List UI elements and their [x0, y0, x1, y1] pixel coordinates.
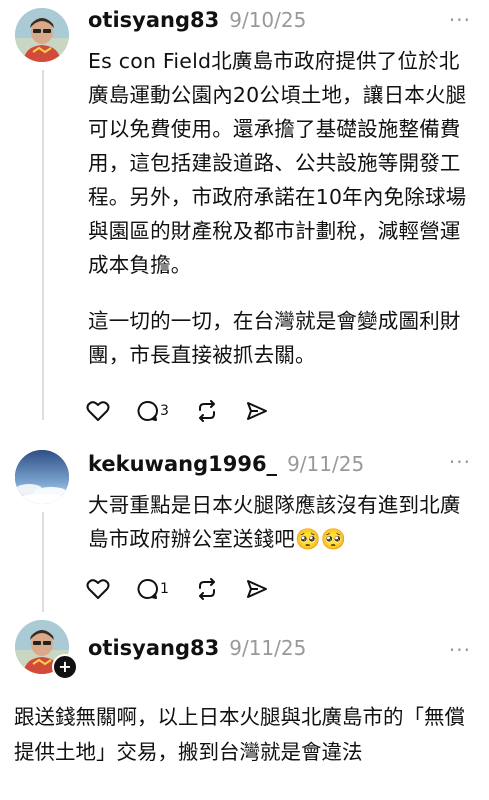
- repost-button[interactable]: [195, 578, 219, 600]
- repost-icon: [198, 578, 215, 600]
- username[interactable]: kekuwang1996_: [88, 452, 277, 476]
- post-date: 9/10/25: [229, 8, 307, 32]
- post-actions: 1: [86, 578, 295, 600]
- comment-icon: [137, 578, 158, 599]
- post-header: kekuwang1996_ 9/11/25: [88, 452, 364, 486]
- reply-button[interactable]: 3: [136, 400, 169, 422]
- more-icon[interactable]: ···: [449, 452, 471, 472]
- post-paragraph: 跟送錢無關啊，以上日本火腿與北廣島市的「無償提供土地」交易，搬到台灣就是會違法: [14, 705, 465, 764]
- post-actions: 3: [86, 400, 295, 422]
- person-avatar-icon: [15, 8, 69, 62]
- reply-count: 3: [160, 403, 169, 419]
- repost-button[interactable]: [195, 400, 219, 422]
- avatar[interactable]: [15, 8, 69, 62]
- thread-line: [42, 512, 44, 612]
- post-paragraph: Es con Field北廣島市政府提供了位於北廣島運動公園內20公頃土地，讓日…: [88, 49, 467, 277]
- reply-count: 1: [160, 581, 169, 597]
- post-paragraph: 這一切的一切，在台灣就是會變成圖利財團，市長直接被抓去關。: [88, 309, 461, 367]
- send-icon: [246, 402, 267, 420]
- more-icon[interactable]: ···: [449, 10, 471, 30]
- post-body: 跟送錢無關啊，以上日本火腿與北廣島市的「無償提供土地」交易，搬到台灣就是會違法: [14, 700, 474, 770]
- post-body: 大哥重點是日本火腿隊應該沒有進到北廣島市政府辦公室送錢吧🥺🥺: [88, 488, 473, 556]
- share-button[interactable]: [245, 578, 269, 600]
- post-header: otisyang83 9/11/25: [88, 636, 306, 670]
- heart-icon: [86, 401, 110, 421]
- repost-icon: [198, 400, 215, 422]
- reply-button[interactable]: 1: [136, 578, 169, 600]
- thread-line: [42, 70, 44, 420]
- post-paragraph: 大哥重點是日本火腿隊應該沒有進到北廣島市政府辦公室送錢吧🥺🥺: [88, 493, 461, 551]
- send-icon: [246, 580, 267, 598]
- sky-avatar-icon: [15, 450, 69, 504]
- post-date: 9/11/25: [229, 636, 307, 660]
- comment-icon: [137, 400, 158, 421]
- more-icon[interactable]: ···: [449, 640, 471, 660]
- like-button[interactable]: [86, 578, 110, 600]
- username[interactable]: otisyang83: [88, 8, 219, 32]
- share-button[interactable]: [245, 400, 269, 422]
- username[interactable]: otisyang83: [88, 636, 219, 660]
- like-button[interactable]: [86, 400, 110, 422]
- post-date: 9/11/25: [287, 452, 365, 476]
- post-header: otisyang83 9/10/25: [88, 8, 306, 42]
- avatar[interactable]: [15, 450, 69, 504]
- post-body: Es con Field北廣島市政府提供了位於北廣島運動公園內20公頃土地，讓日…: [88, 44, 473, 372]
- follow-button[interactable]: +: [52, 654, 78, 680]
- heart-icon: [86, 579, 110, 599]
